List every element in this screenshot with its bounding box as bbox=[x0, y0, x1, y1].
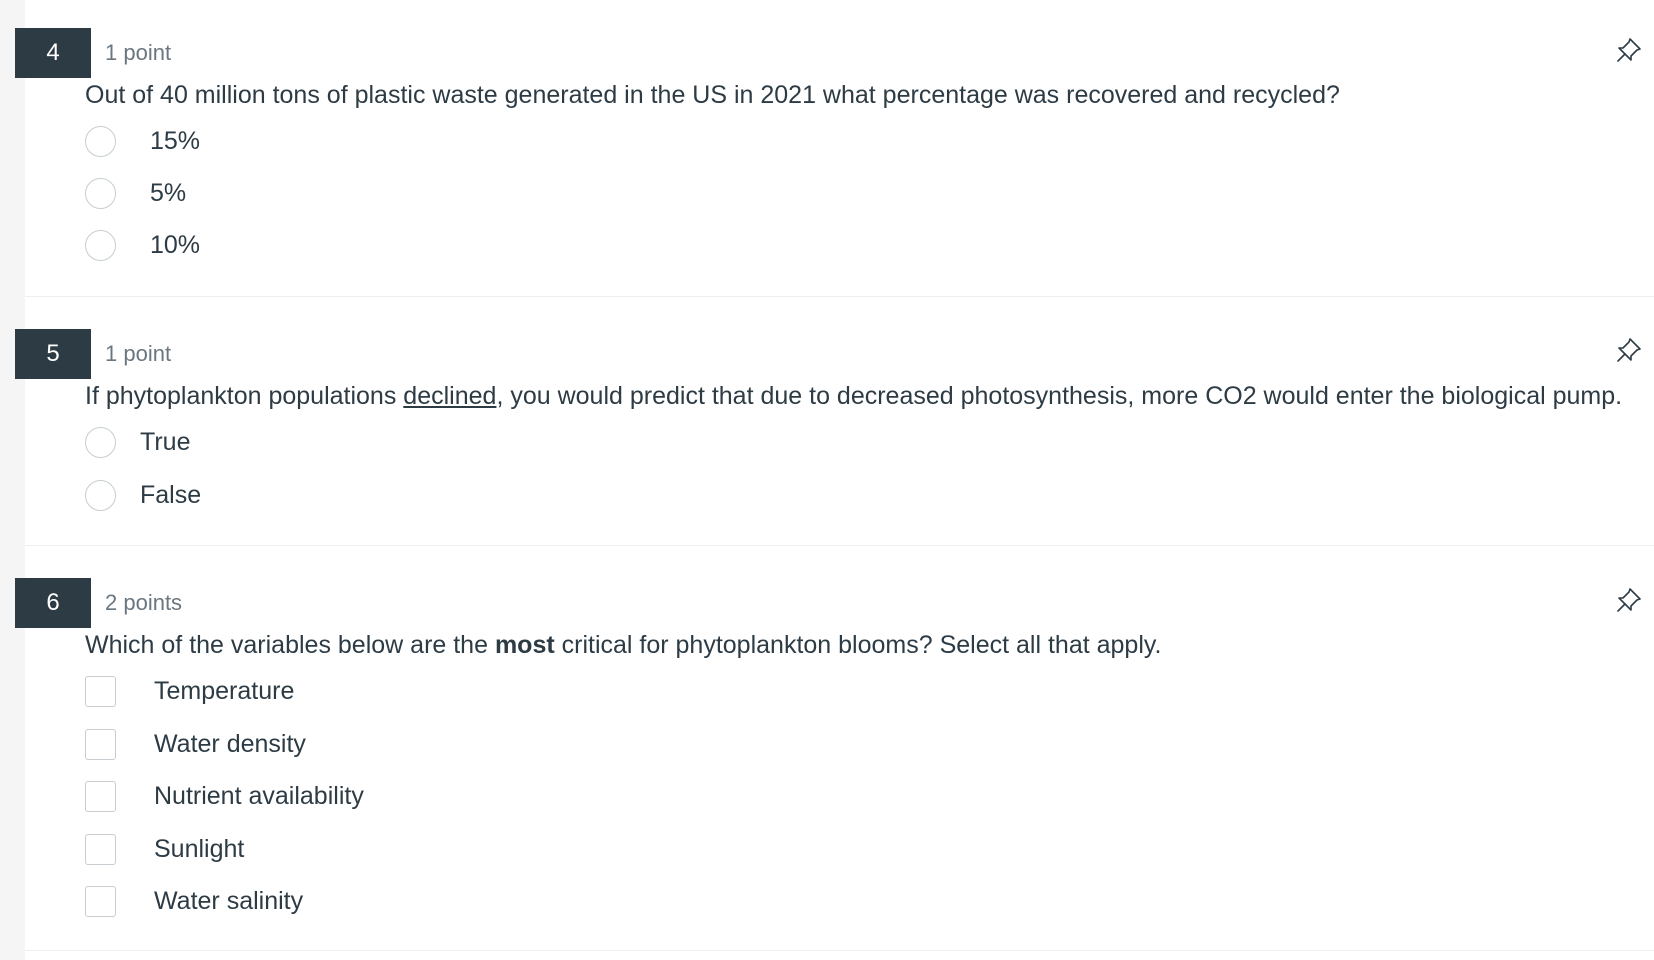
question-prompt: If phytoplankton populations declined, y… bbox=[85, 379, 1622, 413]
pushpin-icon[interactable] bbox=[1614, 335, 1644, 365]
question-6: 6 2 points Which of the variables below … bbox=[0, 546, 1654, 950]
answer-option[interactable]: Water salinity bbox=[85, 881, 303, 921]
radio-button[interactable] bbox=[85, 177, 116, 209]
question-points: 2 points bbox=[105, 590, 183, 615]
radio-button[interactable] bbox=[85, 125, 116, 157]
checkbox[interactable] bbox=[85, 780, 116, 812]
checkbox[interactable] bbox=[85, 675, 116, 707]
answer-option[interactable]: True bbox=[85, 422, 190, 462]
radio-button[interactable] bbox=[85, 229, 116, 261]
prompt-text: critical for phytoplankton blooms? Selec… bbox=[554, 631, 1162, 659]
radio-button[interactable] bbox=[85, 479, 116, 511]
question-number: 6 bbox=[15, 578, 91, 628]
prompt-emphasis: declined bbox=[403, 382, 497, 410]
prompt-text: Which of the variables below are the bbox=[85, 631, 495, 659]
prompt-text: If phytoplankton populations bbox=[85, 382, 404, 410]
option-label: Water density bbox=[154, 730, 306, 758]
question-number: 5 bbox=[15, 329, 91, 379]
option-label: False bbox=[140, 481, 202, 509]
answer-option[interactable]: 10% bbox=[85, 225, 200, 265]
radio-button[interactable] bbox=[85, 426, 116, 458]
question-number: 4 bbox=[15, 28, 91, 78]
option-label: 5% bbox=[150, 179, 187, 207]
option-label: 15% bbox=[150, 127, 201, 155]
question-4: 4 1 point Out of 40 million tons of plas… bbox=[0, 0, 1654, 296]
answer-option[interactable]: Water density bbox=[85, 724, 306, 764]
answer-option[interactable]: 15% bbox=[85, 121, 200, 161]
answer-option[interactable]: False bbox=[85, 475, 201, 515]
question-5: 5 1 point If phytoplankton populations d… bbox=[0, 297, 1654, 545]
option-label: True bbox=[140, 428, 191, 456]
answer-option[interactable]: Temperature bbox=[85, 671, 294, 711]
question-prompt: Out of 40 million tons of plastic waste … bbox=[85, 81, 1340, 109]
pushpin-icon[interactable] bbox=[1614, 35, 1644, 65]
checkbox[interactable] bbox=[85, 728, 116, 760]
option-label: Temperature bbox=[154, 677, 295, 705]
pushpin-icon[interactable] bbox=[1614, 585, 1644, 615]
question-points: 1 point bbox=[105, 341, 172, 366]
answer-option[interactable]: Sunlight bbox=[85, 829, 244, 869]
question-prompt: Which of the variables below are the mos… bbox=[85, 628, 1161, 662]
checkbox[interactable] bbox=[85, 885, 116, 917]
question-points: 1 point bbox=[105, 40, 172, 65]
prompt-text: , you would predict that due to decrease… bbox=[496, 382, 1623, 410]
option-label: 10% bbox=[150, 231, 201, 259]
option-label: Nutrient availability bbox=[154, 782, 364, 810]
option-label: Sunlight bbox=[154, 835, 245, 863]
prompt-emphasis: most bbox=[494, 631, 555, 659]
answer-option[interactable]: 5% bbox=[85, 173, 186, 213]
option-label: Water salinity bbox=[154, 887, 304, 915]
question-divider bbox=[25, 950, 1654, 951]
answer-option[interactable]: Nutrient availability bbox=[85, 776, 364, 816]
checkbox[interactable] bbox=[85, 833, 116, 865]
